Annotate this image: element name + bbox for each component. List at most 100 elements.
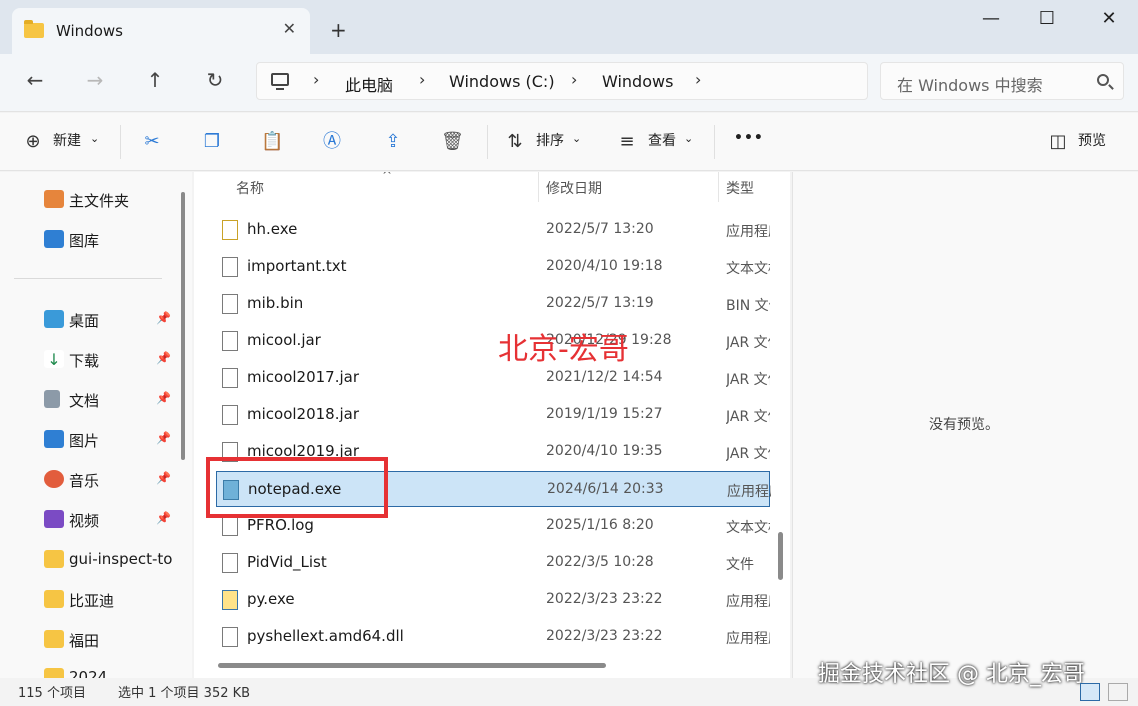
file-date: 2022/3/23 23:22 [546, 628, 663, 644]
file-row[interactable]: micool.jar 2020/12/29 19:28 JAR 文件 [216, 323, 770, 359]
chevron-down-icon[interactable]: ⌄ [90, 132, 99, 145]
navigation-pane: 主文件夹 图库 桌面 📌 ↓ 下载 📌 文档 📌 图片 📌 音乐 📌 视频 📌 … [0, 172, 192, 678]
file-date: 2020/4/10 19:18 [546, 258, 663, 274]
sidebar-item-label: 音乐 [69, 472, 100, 490]
new-tab-button[interactable]: + [330, 18, 347, 42]
chevron-right-icon[interactable]: › [695, 70, 701, 89]
text-file-icon [222, 516, 238, 536]
file-type: 应用程序扩展 [726, 631, 770, 647]
minimize-button[interactable]: — [968, 8, 1014, 29]
view-icon[interactable]: ≡ [616, 131, 638, 153]
file-icon [222, 553, 238, 573]
column-header-date[interactable]: 修改日期 [546, 178, 602, 198]
file-type: 文本文档 [726, 520, 770, 536]
file-name: pyshellext.amd64.dll [247, 627, 404, 645]
back-icon[interactable]: ← [20, 68, 50, 92]
sidebar-item-label: 文档 [69, 392, 100, 410]
file-icon [222, 368, 238, 388]
column-divider[interactable] [538, 172, 539, 202]
cut-icon[interactable]: ✂ [141, 131, 163, 153]
file-row[interactable]: mib.bin 2022/5/7 13:19 BIN 文件 [216, 286, 770, 322]
divider [487, 125, 488, 159]
file-row[interactable]: PidVid_List 2022/3/5 10:28 文件 [216, 545, 770, 581]
file-row[interactable]: micool2019.jar 2020/4/10 19:35 JAR 文件 [216, 434, 770, 470]
file-type: 应用程序 [726, 594, 770, 610]
file-row[interactable]: pyshellext.amd64.dll 2022/3/23 23:22 应用程… [216, 619, 770, 655]
file-date: 2022/3/23 23:22 [546, 591, 663, 607]
chevron-right-icon[interactable]: › [313, 70, 319, 89]
file-name: hh.exe [247, 220, 298, 238]
file-name: py.exe [247, 590, 295, 608]
sidebar-item-label: 2024 [69, 668, 108, 678]
maximize-button[interactable]: ☐ [1024, 8, 1070, 29]
more-options-button[interactable]: ••• [734, 130, 764, 146]
file-date: 2022/5/7 13:20 [546, 221, 654, 237]
file-icon [222, 331, 238, 351]
view-button[interactable]: 查看 [648, 130, 676, 150]
breadcrumb-windows[interactable]: Windows [602, 72, 673, 91]
home-icon [44, 190, 64, 208]
address-bar[interactable]: › 此电脑 › Windows (C:) › Windows › [256, 62, 868, 100]
sort-button[interactable]: 排序 [536, 130, 564, 150]
new-icon[interactable]: ⊕ [22, 131, 44, 153]
file-row[interactable]: PFRO.log 2025/1/16 8:20 文本文档 [216, 508, 770, 544]
file-row[interactable]: important.txt 2020/4/10 19:18 文本文档 [216, 249, 770, 285]
file-row-selected[interactable]: notepad.exe 2024/6/14 20:33 应用程序 [216, 471, 771, 507]
pin-icon[interactable]: 📌 [156, 391, 171, 405]
sidebar-item-label: gui-inspect-to [69, 550, 173, 568]
sidebar-scrollbar[interactable] [181, 192, 185, 460]
file-row[interactable]: py.exe 2022/3/23 23:22 应用程序 [216, 582, 770, 618]
vertical-scrollbar[interactable] [778, 532, 783, 580]
chevron-right-icon[interactable]: › [419, 70, 425, 89]
file-name: mib.bin [247, 294, 304, 312]
chevron-down-icon[interactable]: ⌄ [572, 132, 581, 145]
sidebar-item-label: 图库 [69, 232, 100, 250]
sort-icon[interactable]: ⇅ [504, 131, 526, 153]
details-view-icon[interactable] [1080, 683, 1100, 701]
pin-icon[interactable]: 📌 [156, 431, 171, 445]
column-header-name[interactable]: 名称 [236, 178, 264, 198]
breadcrumb-this-pc[interactable]: 此电脑 [345, 72, 393, 96]
pin-icon[interactable]: 📌 [156, 511, 171, 525]
dll-icon [222, 627, 238, 647]
copy-icon[interactable]: ❐ [201, 131, 223, 153]
tab-windows[interactable]: Windows ✕ [12, 8, 310, 54]
sidebar-item-label: 主文件夹 [69, 192, 130, 210]
delete-icon[interactable]: 🗑 [441, 131, 464, 153]
gallery-icon [44, 230, 64, 248]
pin-icon[interactable]: 📌 [156, 311, 171, 325]
sort-ascending-icon: ^ [382, 172, 393, 182]
divider [120, 125, 121, 159]
column-divider[interactable] [718, 172, 719, 202]
pin-icon[interactable]: 📌 [156, 471, 171, 485]
pin-icon[interactable]: 📌 [156, 351, 171, 365]
file-date: 2020/4/10 19:35 [546, 443, 663, 459]
file-name: micool2017.jar [247, 368, 360, 386]
column-header-type[interactable]: 类型 [726, 178, 754, 198]
horizontal-scrollbar[interactable] [218, 663, 606, 668]
search-box[interactable]: 在 Windows 中搜索 [880, 62, 1124, 100]
refresh-icon[interactable]: ↻ [200, 68, 230, 92]
new-button[interactable]: 新建 [53, 130, 81, 150]
rename-icon[interactable]: Ⓐ [321, 131, 343, 153]
breadcrumb-c-drive[interactable]: Windows (C:) [449, 72, 555, 91]
tab-close-icon[interactable]: ✕ [283, 19, 296, 38]
close-button[interactable]: ✕ [1086, 8, 1132, 29]
file-row[interactable]: micool2018.jar 2019/1/19 15:27 JAR 文件 [216, 397, 770, 433]
file-list: ^ 名称 修改日期 类型 hh.exe 2022/5/7 13:20 应用程序 … [194, 172, 790, 678]
tiles-view-icon[interactable] [1108, 683, 1128, 701]
paste-icon[interactable]: 📋 [261, 131, 283, 153]
chevron-down-icon[interactable]: ⌄ [684, 132, 693, 145]
forward-icon[interactable]: → [80, 68, 110, 92]
file-type: 应用程序 [726, 224, 770, 240]
corner-watermark: 掘金技术社区 @ 北京_宏哥 [818, 662, 1085, 687]
share-icon[interactable]: ⇪ [382, 131, 404, 153]
chevron-right-icon[interactable]: › [571, 70, 577, 89]
preview-pane-icon[interactable]: ◫ [1047, 131, 1069, 153]
preview-button[interactable]: 预览 [1078, 130, 1106, 150]
file-row[interactable]: micool2017.jar 2021/12/2 14:54 JAR 文件 [216, 360, 770, 396]
file-row[interactable]: hh.exe 2022/5/7 13:20 应用程序 [216, 212, 770, 248]
up-icon[interactable]: ↑ [140, 68, 170, 92]
divider [14, 278, 162, 279]
search-icon[interactable] [1097, 74, 1109, 86]
